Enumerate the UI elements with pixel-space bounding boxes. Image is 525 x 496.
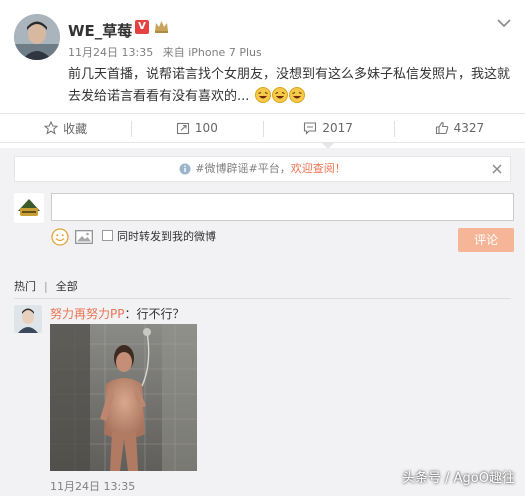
- action-bar: 收藏 100 2017 4327: [0, 113, 525, 149]
- repost-checkbox[interactable]: [102, 230, 113, 241]
- post-source: 来自 iPhone 7 Plus: [162, 46, 262, 59]
- repost-count: 100: [194, 121, 218, 135]
- verified-badge-icon: V: [135, 20, 149, 34]
- rumor-notice-banner: #微博辟谣#平台，欢迎查阅！: [14, 156, 511, 182]
- comment-filter-tabs: 热门 | 全部: [14, 278, 511, 294]
- reply-timestamp: 11月24日 13:35: [50, 480, 136, 493]
- current-user-avatar[interactable]: [14, 193, 44, 223]
- post-date[interactable]: 11月24日 13:35: [68, 46, 153, 59]
- like-count: 4327: [453, 121, 485, 135]
- post-content: 前几天首播，说帮诺言找个女朋友，没想到有这么多妹子私信发照片，我这就去发给诺言看…: [68, 64, 513, 108]
- filter-tab-hot[interactable]: 热门: [14, 280, 36, 293]
- filter-separator: |: [44, 280, 48, 293]
- reply-user-avatar[interactable]: [14, 305, 42, 333]
- image-upload-icon[interactable]: [75, 230, 93, 244]
- repost-button[interactable]: 100: [131, 114, 262, 142]
- info-icon: [179, 163, 191, 175]
- comment-icon: [304, 122, 317, 135]
- favorite-label: 收藏: [63, 121, 88, 136]
- comment-button[interactable]: 2017: [262, 114, 394, 149]
- crown-icon: [155, 21, 168, 33]
- reply-username[interactable]: 努力再努力PP: [50, 307, 124, 321]
- reply-comment: 努力再努力PP：行不行？: [50, 305, 185, 322]
- source-watermark: 头条号 / AgoO趣往: [402, 471, 515, 486]
- star-icon: [44, 121, 59, 135]
- laughing-emoji-icon: [271, 87, 288, 103]
- reply-text: ：行不行？: [124, 307, 185, 321]
- weibo-post: WE_草莓丶 V 11月24日 13:35 来自 iPhone 7 Plus 前…: [0, 0, 525, 112]
- filter-tab-all[interactable]: 全部: [56, 280, 78, 293]
- laughing-emoji-icon: [254, 87, 271, 103]
- post-meta: 11月24日 13:35 来自 iPhone 7 Plus: [68, 44, 262, 60]
- reply-image[interactable]: [50, 324, 197, 471]
- repost-icon: [176, 122, 189, 135]
- repost-checkbox-label[interactable]: 同时转发到我的微博: [117, 228, 216, 244]
- divider: [14, 298, 511, 299]
- close-icon[interactable]: [492, 164, 502, 174]
- comment-submit-button[interactable]: 评论: [458, 228, 514, 252]
- comment-input[interactable]: [51, 193, 514, 221]
- laughing-emoji-icon: [288, 87, 305, 103]
- thumbs-up-icon: [435, 121, 448, 135]
- like-button[interactable]: 4327: [393, 114, 525, 142]
- favorite-button[interactable]: 收藏: [0, 114, 131, 142]
- notice-text: #微博辟谣#平台，: [195, 162, 291, 175]
- comment-section: #微博辟谣#平台，欢迎查阅！ 同时转发到我的微博 评论 热门 | 全部 努力再努…: [0, 148, 525, 496]
- comment-count: 2017: [322, 121, 353, 135]
- user-avatar[interactable]: [14, 14, 60, 60]
- notice-link[interactable]: 欢迎查阅！: [291, 162, 346, 175]
- chevron-down-icon[interactable]: [497, 18, 511, 28]
- emoji-picker-icon[interactable]: [51, 228, 69, 246]
